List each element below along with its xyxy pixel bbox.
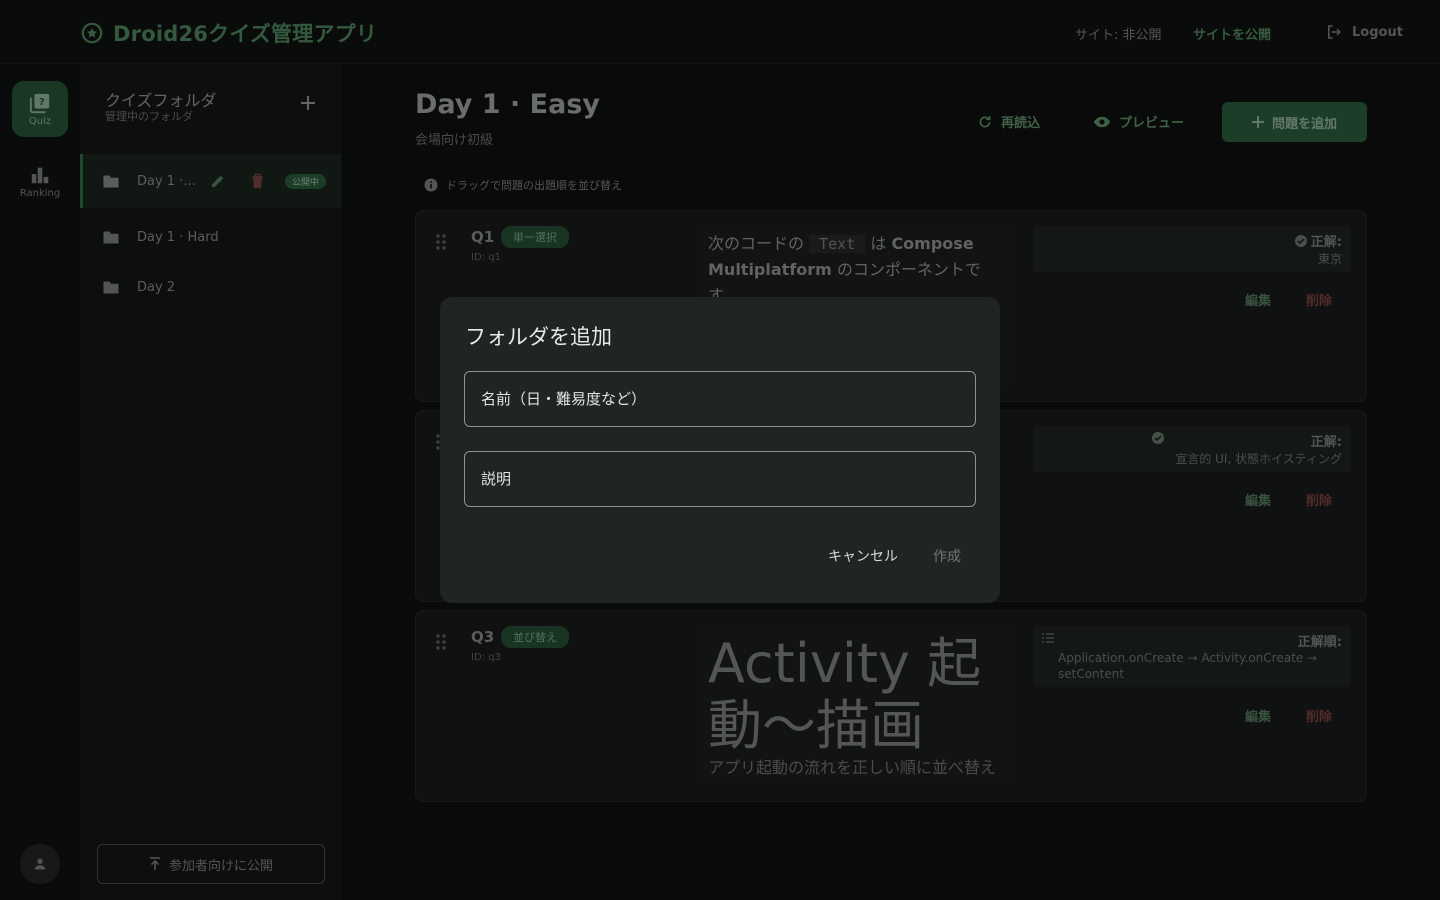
cancel-button[interactable]: キャンセル <box>828 546 898 566</box>
create-button[interactable]: 作成 <box>933 546 961 566</box>
dialog-title: フォルダを追加 <box>465 325 612 349</box>
folder-description-input[interactable] <box>464 451 976 507</box>
add-folder-dialog: フォルダを追加 キャンセル 作成 <box>440 297 1000 603</box>
folder-name-input[interactable] <box>464 371 976 427</box>
